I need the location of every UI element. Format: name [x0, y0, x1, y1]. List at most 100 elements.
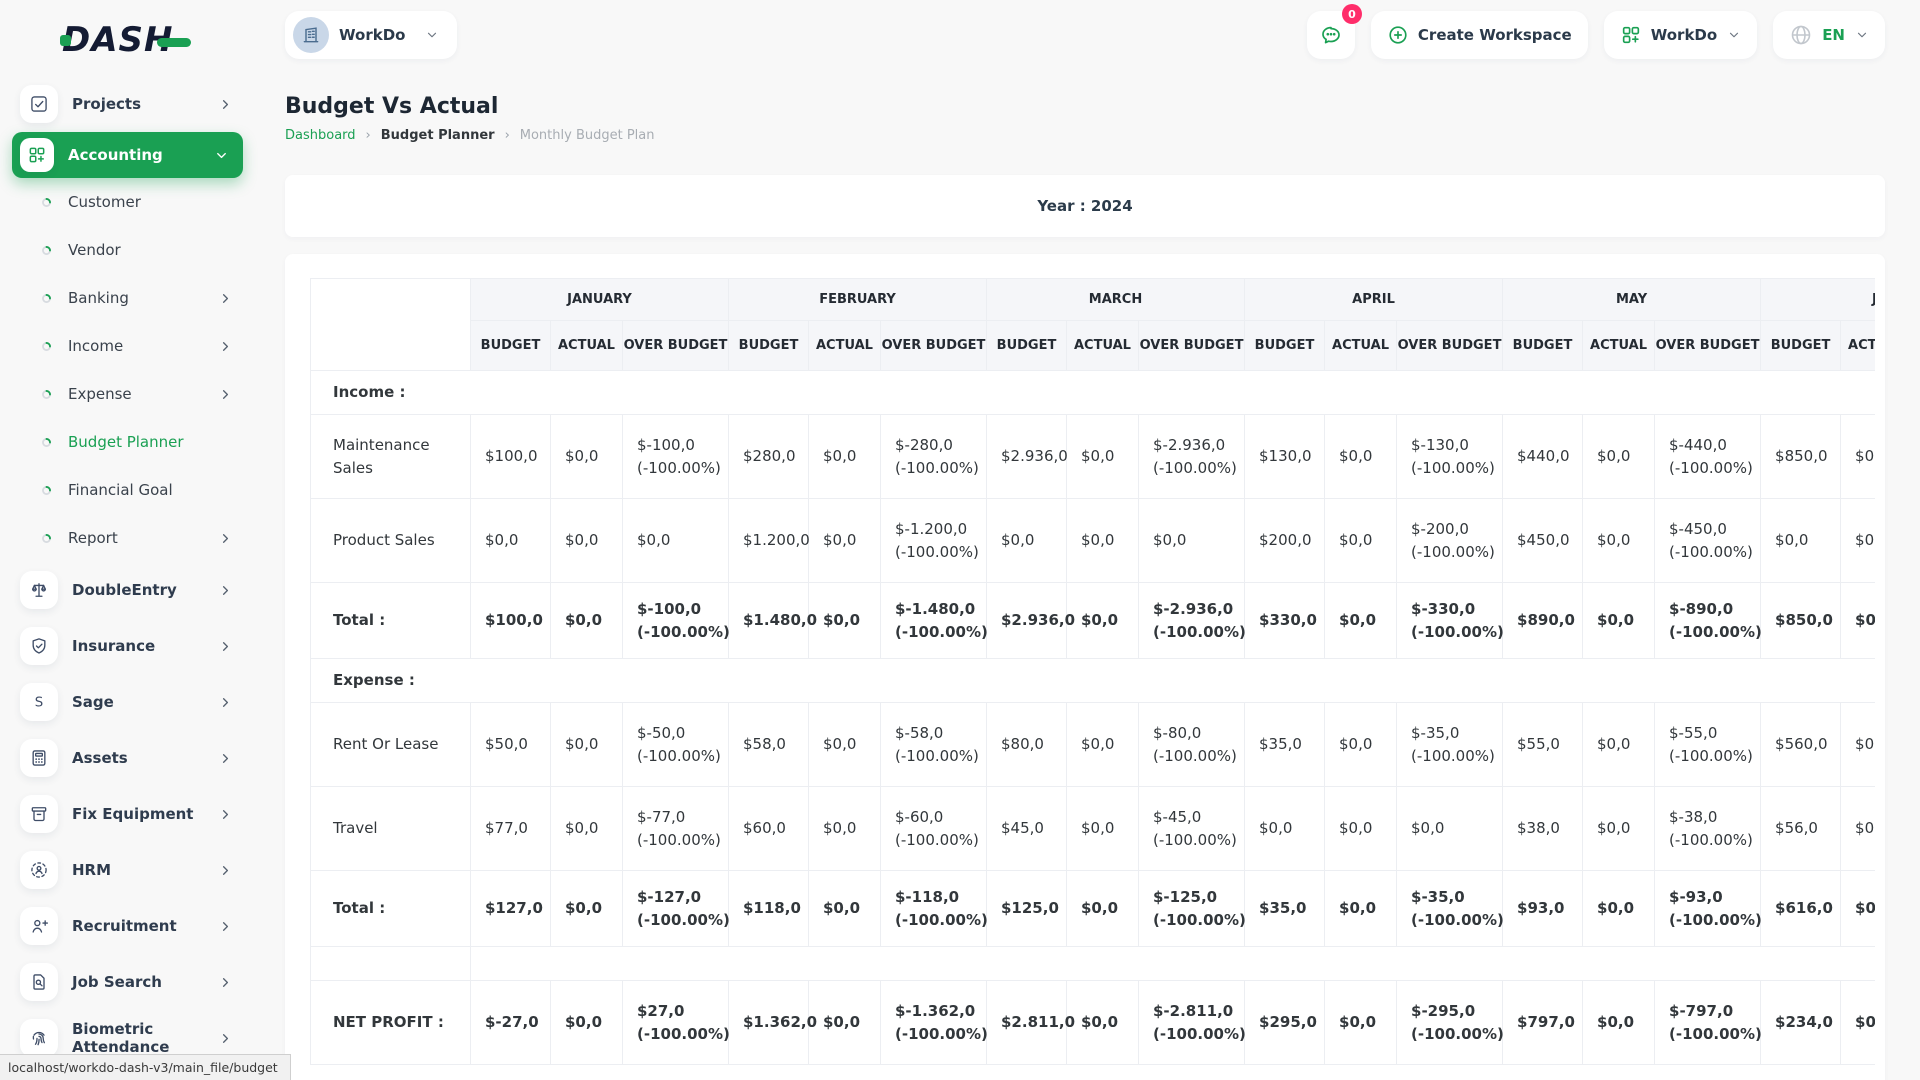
value-cell: $-125,0 (-100.00%) — [1137, 870, 1246, 947]
spacer-row — [310, 946, 1875, 981]
value-cell: $0,0 — [1840, 582, 1875, 659]
chevron-right-icon — [218, 751, 233, 766]
month-header-january: JANUARY — [470, 278, 729, 321]
workspace-selector[interactable]: WorkDo — [285, 11, 458, 59]
section-row-expense: Expense : — [310, 658, 1875, 703]
sidebar-item-label: Report — [68, 529, 118, 547]
app-menu-dropdown[interactable]: WorkDo — [1603, 11, 1758, 59]
chevron-right-icon — [218, 387, 233, 402]
value-cell: $0,0 — [1582, 980, 1656, 1065]
chevron-down-icon — [214, 148, 229, 163]
sidebar-item-vendor[interactable]: Vendor — [0, 226, 255, 274]
month-header-may: MAY — [1502, 278, 1762, 321]
logo-accent-dot — [60, 35, 71, 46]
value-cell: $797,0 — [1502, 980, 1584, 1065]
value-cell: $0,0 — [1324, 498, 1398, 583]
value-cell: $0,0 — [808, 414, 881, 499]
sidebar-item-fix-equipment[interactable]: Fix Equipment — [0, 786, 255, 842]
value-cell: $-2.811,0 (-100.00%) — [1137, 980, 1246, 1065]
value-cell: $-55,0 (-100.00%) — [1654, 702, 1762, 787]
sidebar-item-customer[interactable]: Customer — [0, 178, 255, 226]
sidebar-item-expense[interactable]: Expense — [0, 370, 255, 418]
calculator-icon — [20, 739, 58, 777]
value-cell: $0,0 — [808, 582, 881, 659]
breadcrumb-dashboard-link[interactable]: Dashboard — [285, 128, 356, 143]
sidebar-item-banking[interactable]: Banking — [0, 274, 255, 322]
value-cell: $-100,0 (-100.00%) — [622, 414, 729, 499]
sidebar-item-doubleentry[interactable]: DoubleEntry — [0, 562, 255, 618]
value-cell: $-45,0 (-100.00%) — [1137, 786, 1246, 871]
value-cell: $-2.936,0 (-100.00%) — [1137, 414, 1246, 499]
value-cell: $850,0 — [1760, 414, 1842, 499]
plus-circle-icon — [1389, 26, 1407, 44]
sidebar-item-job-search[interactable]: Job Search — [0, 954, 255, 1010]
language-dropdown[interactable]: EN — [1773, 11, 1885, 59]
sidebar-item-projects[interactable]: Projects — [0, 76, 255, 132]
sidebar-item-financial-goal[interactable]: Financial Goal — [0, 466, 255, 514]
main-content: Budget Vs Actual Dashboard › Budget Plan… — [255, 70, 1920, 1080]
value-cell: $0,0 — [1066, 582, 1139, 659]
value-cell: $0,0 — [1324, 582, 1398, 659]
chevron-down-icon — [425, 28, 439, 42]
donut-icon — [40, 484, 53, 497]
budget-table-card: JANUARYFEBRUARYMARCHAPRILMAYJUNEBUDGETAC… — [285, 254, 1885, 1080]
sub-header-may-over-budget: OVER BUDGET — [1654, 320, 1762, 371]
sidebar-item-report[interactable]: Report — [0, 514, 255, 562]
value-cell: $2.936,0 — [986, 582, 1075, 659]
sub-header-june-actual: ACTUAL — [1840, 320, 1875, 371]
value-cell: $0,0 — [1840, 414, 1875, 499]
sidebar-item-label: Job Search — [72, 973, 162, 991]
sidebar-item-label: Expense — [68, 385, 132, 403]
value-cell: $440,0 — [1502, 414, 1584, 499]
budget-table-scroll-area[interactable]: JANUARYFEBRUARYMARCHAPRILMAYJUNEBUDGETAC… — [310, 278, 1875, 1065]
page-title: Budget Vs Actual — [285, 94, 499, 119]
value-cell: $-80,0 (-100.00%) — [1137, 702, 1246, 787]
donut-icon — [40, 244, 53, 257]
sidebar-item-label: Banking — [68, 289, 129, 307]
value-cell: $118,0 — [728, 870, 809, 947]
section-row-income: Income : — [310, 370, 1875, 415]
value-cell: $-35,0 (-100.00%) — [1396, 870, 1504, 947]
archive-box-icon — [20, 795, 58, 833]
value-cell: $-93,0 (-100.00%) — [1654, 870, 1762, 947]
sidebar-item-budget-planner[interactable]: Budget Planner — [0, 418, 255, 466]
sidebar-item-income[interactable]: Income — [0, 322, 255, 370]
sidebar-item-sage[interactable]: S Sage — [0, 674, 255, 730]
app-logo[interactable]: DASH — [60, 18, 255, 62]
value-cell: $0,0 — [1324, 786, 1398, 871]
value-cell: $0,0 — [1324, 702, 1398, 787]
chevron-right-icon — [218, 339, 233, 354]
value-cell: $58,0 — [728, 702, 809, 787]
create-workspace-button[interactable]: Create Workspace — [1370, 11, 1588, 59]
value-cell: $0,0 — [622, 498, 729, 583]
value-cell: $-330,0 (-100.00%) — [1396, 582, 1504, 659]
topbar: WorkDo 0 Create Workspace WorkDo EN — [255, 0, 1920, 70]
sub-header-june-budget: BUDGET — [1760, 320, 1842, 371]
value-cell: $0,0 — [550, 498, 623, 583]
value-cell: $0,0 — [470, 498, 551, 583]
value-cell: $-1.480,0 (-100.00%) — [880, 582, 988, 659]
messages-button[interactable]: 0 — [1306, 4, 1362, 59]
sage-s-icon: S — [20, 683, 58, 721]
sidebar-item-recruitment[interactable]: Recruitment — [0, 898, 255, 954]
sub-header-april-over-budget: OVER BUDGET — [1396, 320, 1504, 371]
donut-icon — [40, 388, 53, 401]
sidebar-item-accounting[interactable]: Accounting — [12, 132, 243, 178]
value-cell: $-450,0 (-100.00%) — [1654, 498, 1762, 583]
row-label: Rent Or Lease — [310, 702, 471, 787]
sidebar-item-label: Fix Equipment — [72, 805, 194, 823]
sidebar-item-assets[interactable]: Assets — [0, 730, 255, 786]
sidebar: DASH Projects Accounting Customer Vendor Ban… — [0, 0, 255, 1080]
chevron-right-icon — [218, 291, 233, 306]
value-cell: $-440,0 (-100.00%) — [1654, 414, 1762, 499]
sidebar-nav: Projects Accounting Customer Vendor Banking I… — [0, 76, 255, 1066]
sidebar-item-label: HRM — [72, 861, 112, 879]
sidebar-item-insurance[interactable]: Insurance — [0, 618, 255, 674]
breadcrumb-budget-planner[interactable]: Budget Planner — [381, 128, 495, 143]
value-cell: $0,0 — [1760, 498, 1842, 583]
value-cell: $0,0 — [550, 980, 623, 1065]
value-cell: $-2.936,0 (-100.00%) — [1137, 582, 1246, 659]
value-cell: $450,0 — [1502, 498, 1584, 583]
sidebar-item-hrm[interactable]: HRM — [0, 842, 255, 898]
year-label: Year : 2024 — [1037, 197, 1133, 215]
